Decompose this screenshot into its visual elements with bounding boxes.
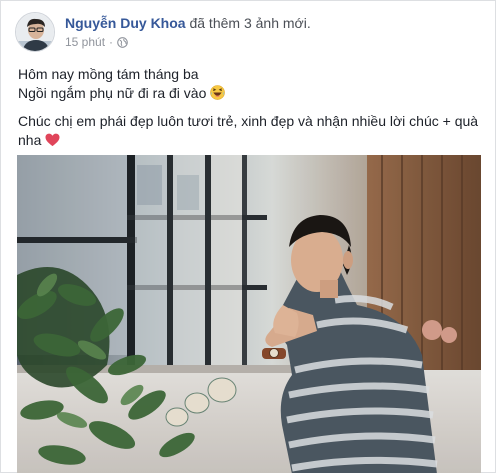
author-avatar[interactable] — [15, 12, 55, 52]
separator-dot: · — [109, 35, 114, 49]
post-timestamp-line: 15 phút · — [65, 35, 311, 49]
globe-icon[interactable] — [117, 36, 128, 48]
post-header: Nguyễn Duy Khoa đã thêm 3 ảnh mới. 15 ph… — [15, 12, 311, 54]
post-line-3-wrap: Chúc chị em phái đẹp luôn tươi trẻ, xinh… — [18, 112, 486, 150]
laughing-emoji-icon — [210, 85, 226, 100]
post-line-3: Chúc chị em phái đẹp luôn tươi trẻ, xinh… — [18, 113, 479, 148]
post-meta: Nguyễn Duy Khoa đã thêm 3 ảnh mới. 15 ph… — [65, 12, 311, 49]
post-time-link[interactable]: 15 phút — [65, 35, 105, 49]
post-action-text: đã thêm 3 ảnh mới. — [189, 15, 311, 31]
post-line-2: Ngồi ngắm phụ nữ đi ra đi vào — [18, 85, 207, 101]
post-text: Hôm nay mồng tám tháng ba Ngồi ngắm phụ … — [18, 65, 486, 150]
post-line-1: Hôm nay mồng tám tháng ba — [18, 66, 199, 82]
facebook-post: Nguyễn Duy Khoa đã thêm 3 ảnh mới. 15 ph… — [0, 0, 496, 473]
author-name-link[interactable]: Nguyễn Duy Khoa — [65, 15, 186, 31]
post-title-line: Nguyễn Duy Khoa đã thêm 3 ảnh mới. — [65, 14, 311, 32]
heart-emoji-icon — [45, 133, 60, 147]
post-line-2-wrap: Ngồi ngắm phụ nữ đi ra đi vào — [18, 84, 486, 103]
post-photo[interactable] — [17, 155, 481, 473]
